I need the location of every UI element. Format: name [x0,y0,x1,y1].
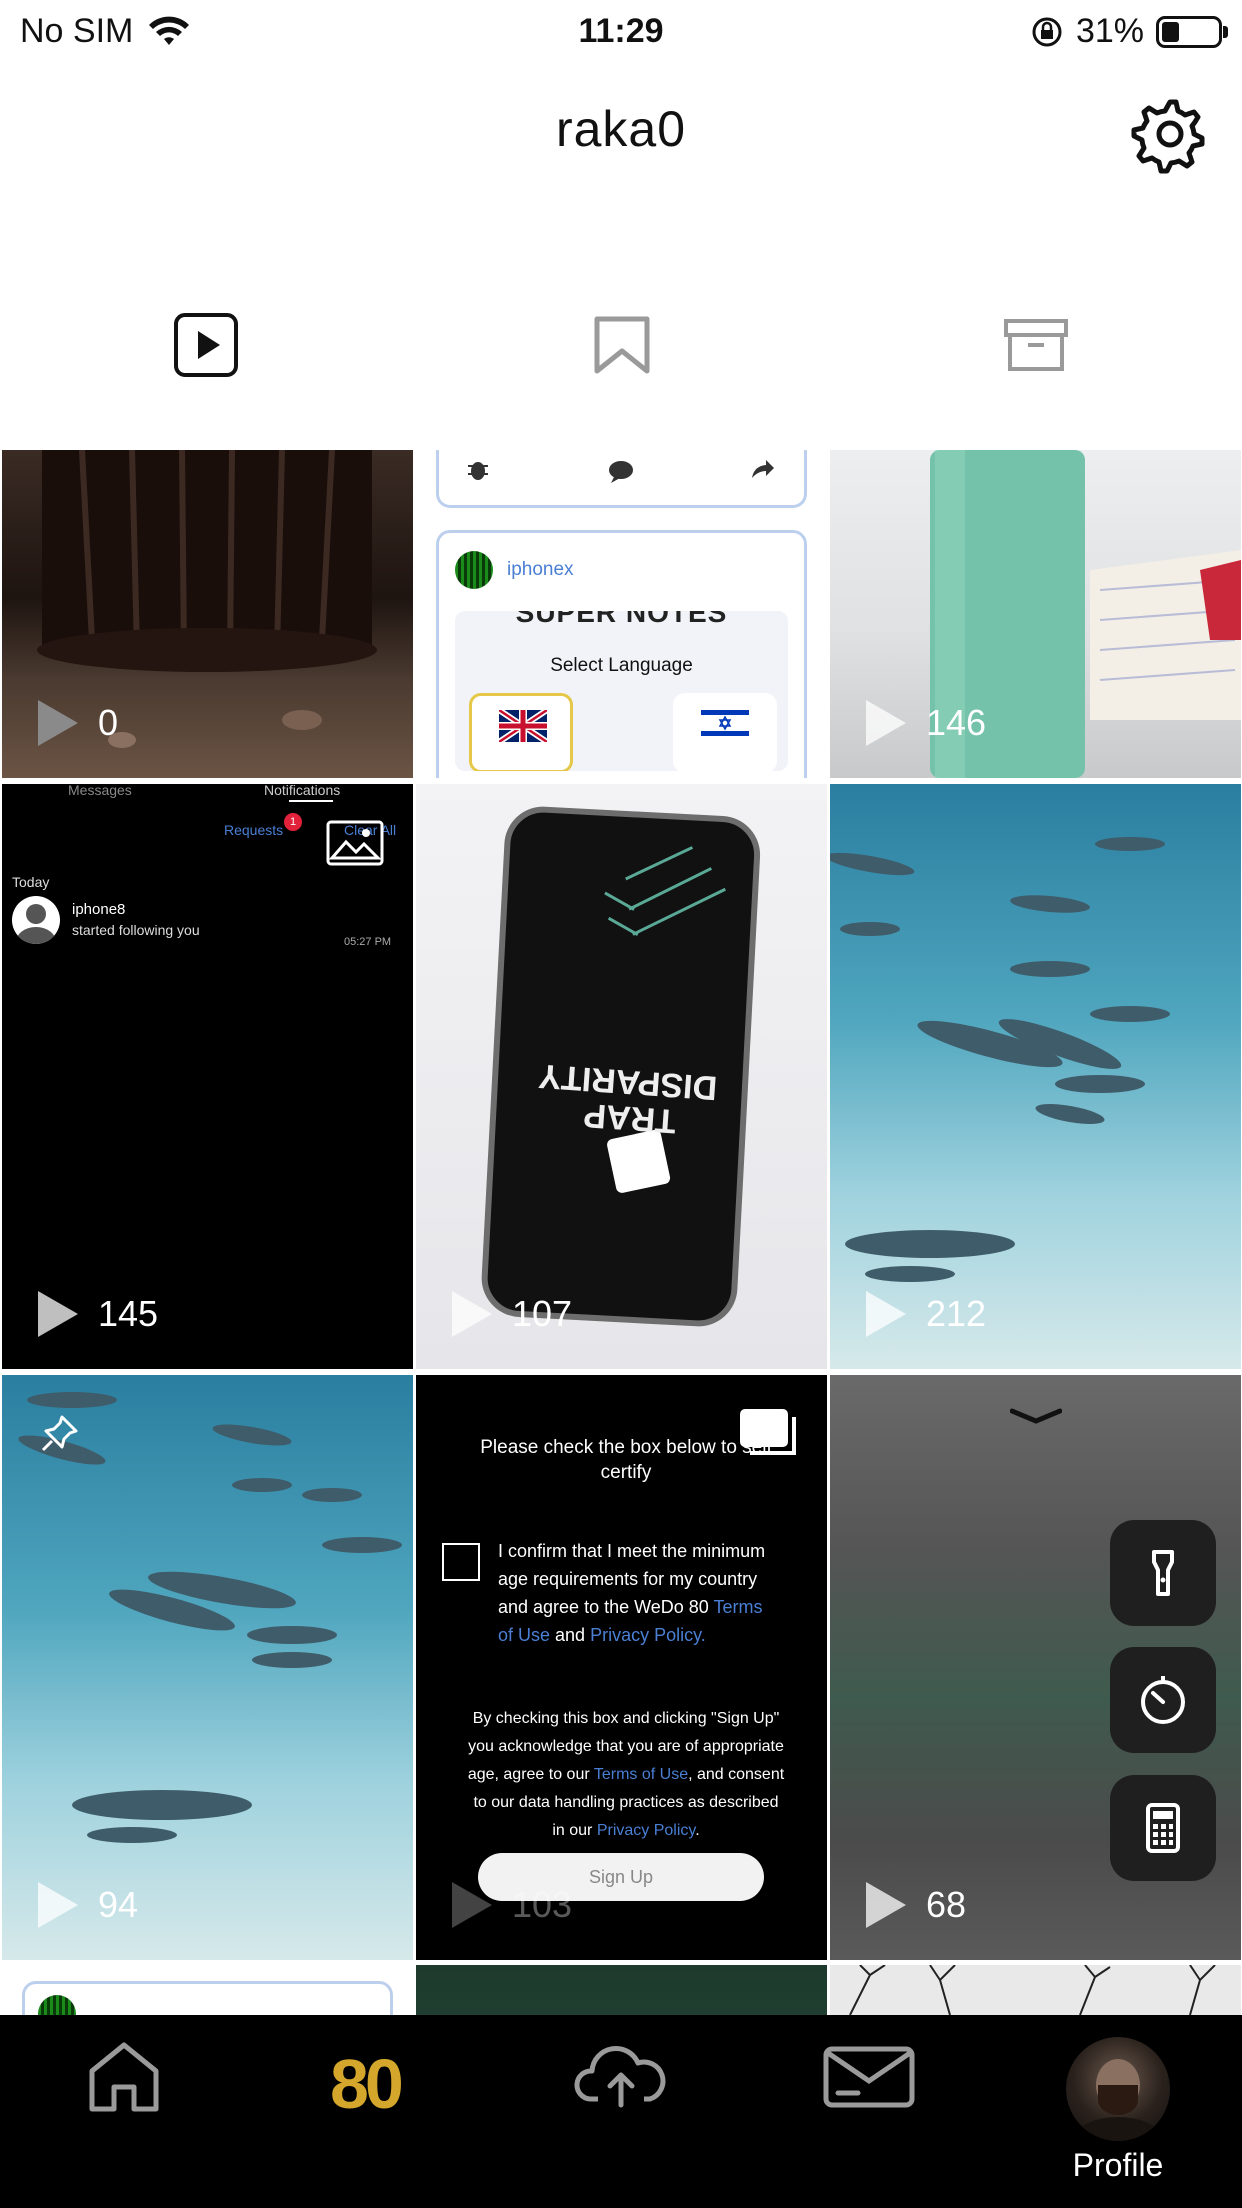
phone-screen-text: TRAP DISPARITY [537,1056,719,1141]
flashlight-icon [1152,1550,1174,1596]
tab-saved[interactable] [582,305,662,385]
play-icon [866,1291,906,1337]
video-thumbnail[interactable]: 146 [830,450,1241,778]
nav-upload[interactable] [574,2037,668,2117]
nav-home[interactable] [84,2037,164,2117]
calculator-control[interactable] [1110,1775,1216,1881]
consent-text: By checking this box and clicking "Sign … [467,1710,785,1839]
play-icon [38,1882,78,1928]
calculator-icon [1146,1803,1180,1853]
timer-control[interactable] [1110,1647,1216,1753]
avatar [455,551,493,589]
profile-header: raka0 [0,90,1242,180]
terms-link[interactable]: Terms of Use [594,1766,688,1783]
requests-badge: 1 [284,813,302,831]
view-count: 94 [38,1882,138,1928]
play-square-icon [174,313,238,377]
archive-box-icon [1004,319,1068,371]
image-icon [326,820,384,866]
play-icon [866,700,906,746]
cloud-upload-icon [574,2045,666,2108]
bottom-navigation: 80 Profile [0,2015,1242,2208]
video-thumbnail[interactable]: TRAP DISPARITY 107 [416,784,827,1369]
view-count: 145 [38,1291,158,1337]
view-count: 107 [452,1291,572,1337]
video-thumbnail[interactable]: 0 [2,450,413,778]
rotation-lock-icon [1032,17,1062,46]
view-count: 103 [452,1882,572,1928]
brand-logo: 80 [330,2045,404,2123]
bookmark-icon [594,316,650,374]
video-thumbnail[interactable] [2,1965,413,2015]
video-thumbnail[interactable]: 94 [2,1375,413,1960]
status-bar: No SIM 11:29 31% [0,0,1242,62]
profile-avatar [1066,2037,1170,2141]
thumbnail-image [830,837,1170,1282]
nav-inbox[interactable] [822,2037,916,2117]
tab-videos[interactable] [166,305,246,385]
view-count: 0 [38,700,118,746]
avatar [12,896,60,944]
flashlight-control[interactable] [1110,1520,1216,1626]
battery-percent: 31% [1075,12,1144,50]
video-thumbnail[interactable]: Please check the box below to self certi… [416,1375,827,1960]
play-icon [38,1291,78,1337]
chevron-down-icon [1010,1408,1062,1424]
nav-feed[interactable]: 80 [330,2045,404,2123]
language-option-english[interactable] [469,693,573,771]
nav-profile[interactable]: Profile [1066,2037,1170,2184]
battery-icon [1156,15,1228,48]
age-confirm-text: I confirm that I meet the minimum age re… [498,1541,766,1645]
view-count: 68 [866,1882,966,1928]
play-icon [866,1882,906,1928]
home-icon [89,2042,159,2112]
view-count: 212 [866,1291,986,1337]
share-icon [752,460,774,478]
video-thumbnail[interactable]: 212 [830,784,1241,1369]
pin-icon [41,1415,78,1452]
video-thumbnail[interactable]: iphonex SUPER NOTES Select Language [416,450,827,778]
language-option-hebrew[interactable] [673,693,777,771]
privacy-link[interactable]: Privacy Policy. [590,1625,706,1645]
uk-flag-icon [499,710,547,742]
thumbnail-image [849,1965,1216,2015]
profile-card: iphonex SUPER NOTES Select Language [436,530,807,778]
profile-tabs [0,305,1242,377]
video-grid: 0 iphonex SUPER NOTES Select Language 14… [0,450,1242,2015]
video-thumbnail[interactable]: 68 [830,1375,1241,1960]
settings-button[interactable] [1130,94,1210,174]
mail-icon [823,2046,915,2108]
play-icon [452,1291,492,1337]
privacy-link[interactable]: Privacy Policy [597,1822,695,1839]
video-thumbnail[interactable] [416,1965,827,2015]
gear-icon [1131,99,1205,174]
play-icon [38,700,78,746]
thumbnail-image [18,1392,402,1843]
page-title: raka0 [555,101,687,157]
video-thumbnail[interactable] [830,1965,1241,2015]
profile-label: Profile [1072,2147,1164,2183]
play-icon [452,1882,492,1928]
view-count: 146 [866,700,986,746]
age-confirm-checkbox[interactable] [442,1543,480,1581]
tab-archive[interactable] [996,305,1076,385]
timer-icon [1141,1676,1185,1724]
video-thumbnail[interactable]: Messages Notifications Requests 1 Clear … [2,784,413,1369]
bug-icon [468,462,488,480]
comment-icon [609,461,633,483]
israel-flag-icon [701,707,749,739]
